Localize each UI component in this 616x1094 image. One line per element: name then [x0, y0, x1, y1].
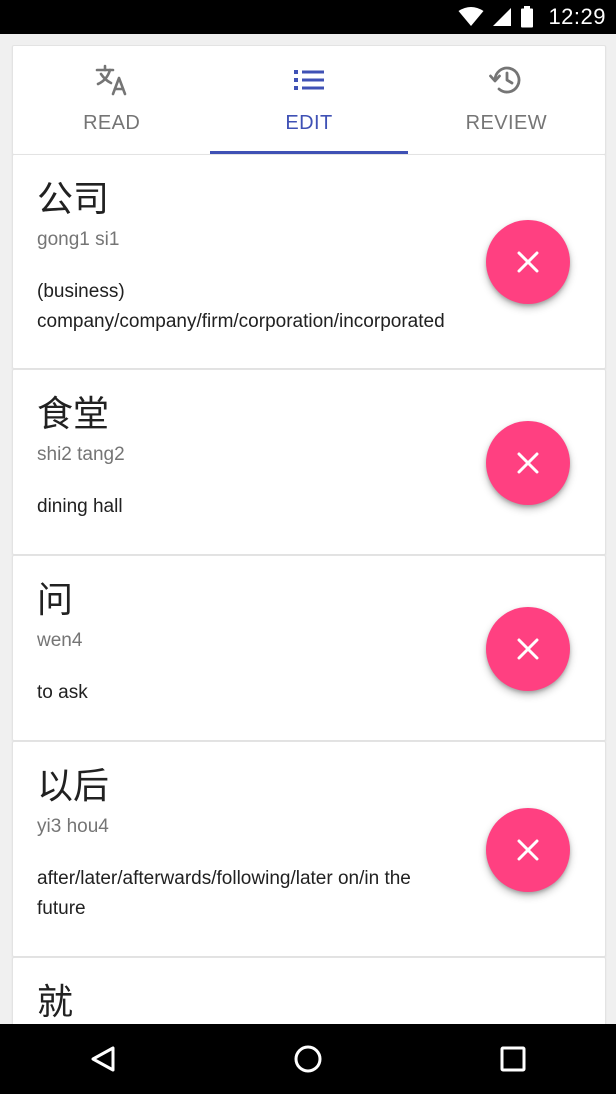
cell-signal-icon	[493, 8, 512, 26]
entry-hanzi: 以后	[37, 766, 110, 807]
tab-label-review: REVIEW	[465, 112, 547, 134]
history-icon	[488, 62, 524, 98]
wifi-icon	[458, 7, 484, 26]
entry-definition: (business) company/company/firm/corporat…	[37, 281, 445, 332]
delete-button[interactable]	[486, 808, 570, 892]
list-item: 就	[12, 957, 606, 1024]
tab-review[interactable]: REVIEW	[408, 46, 605, 154]
close-icon	[517, 452, 539, 474]
close-icon	[517, 638, 539, 660]
app-content: READ EDIT REVIEW 公司 gong1 si1 (business)…	[0, 34, 616, 1024]
entry-hanzi: 公司	[37, 179, 110, 220]
tab-label-edit: EDIT	[285, 112, 333, 134]
back-button[interactable]	[73, 1029, 133, 1089]
entry-definition: after/later/afterwards/following/later o…	[37, 868, 411, 919]
tab-bar: READ EDIT REVIEW	[12, 45, 606, 155]
recents-icon	[500, 1046, 526, 1072]
home-icon	[294, 1045, 322, 1073]
list-item: 以后 yi3 hou4 after/later/afterwards/follo…	[12, 741, 606, 957]
recents-button[interactable]	[483, 1029, 543, 1089]
delete-button[interactable]	[486, 220, 570, 304]
list-item: 食堂 shi2 tang2 dining hall	[12, 369, 606, 555]
status-time: 12:29	[548, 4, 606, 29]
close-icon	[517, 839, 539, 861]
tab-edit[interactable]: EDIT	[210, 46, 408, 155]
home-button[interactable]	[278, 1029, 338, 1089]
close-icon	[517, 251, 539, 273]
navigation-bar	[0, 1024, 616, 1094]
entry-hanzi: 食堂	[37, 394, 110, 435]
translate-icon	[94, 62, 130, 98]
entry-hanzi: 就	[37, 982, 74, 1023]
back-icon	[91, 1046, 115, 1072]
tab-read[interactable]: READ	[13, 46, 210, 154]
delete-button[interactable]	[486, 421, 570, 505]
delete-button[interactable]	[486, 607, 570, 691]
tab-label-read: READ	[83, 112, 141, 134]
status-bar: 12:29	[0, 0, 616, 34]
entry-definition: dining hall	[37, 496, 123, 517]
battery-icon	[521, 6, 534, 28]
entry-hanzi: 问	[37, 580, 74, 621]
list-item: 公司 gong1 si1 (business) company/company/…	[12, 154, 606, 369]
entry-definition: to ask	[37, 682, 88, 703]
list-item: 问 wen4 to ask	[12, 555, 606, 741]
list-icon	[291, 62, 327, 98]
